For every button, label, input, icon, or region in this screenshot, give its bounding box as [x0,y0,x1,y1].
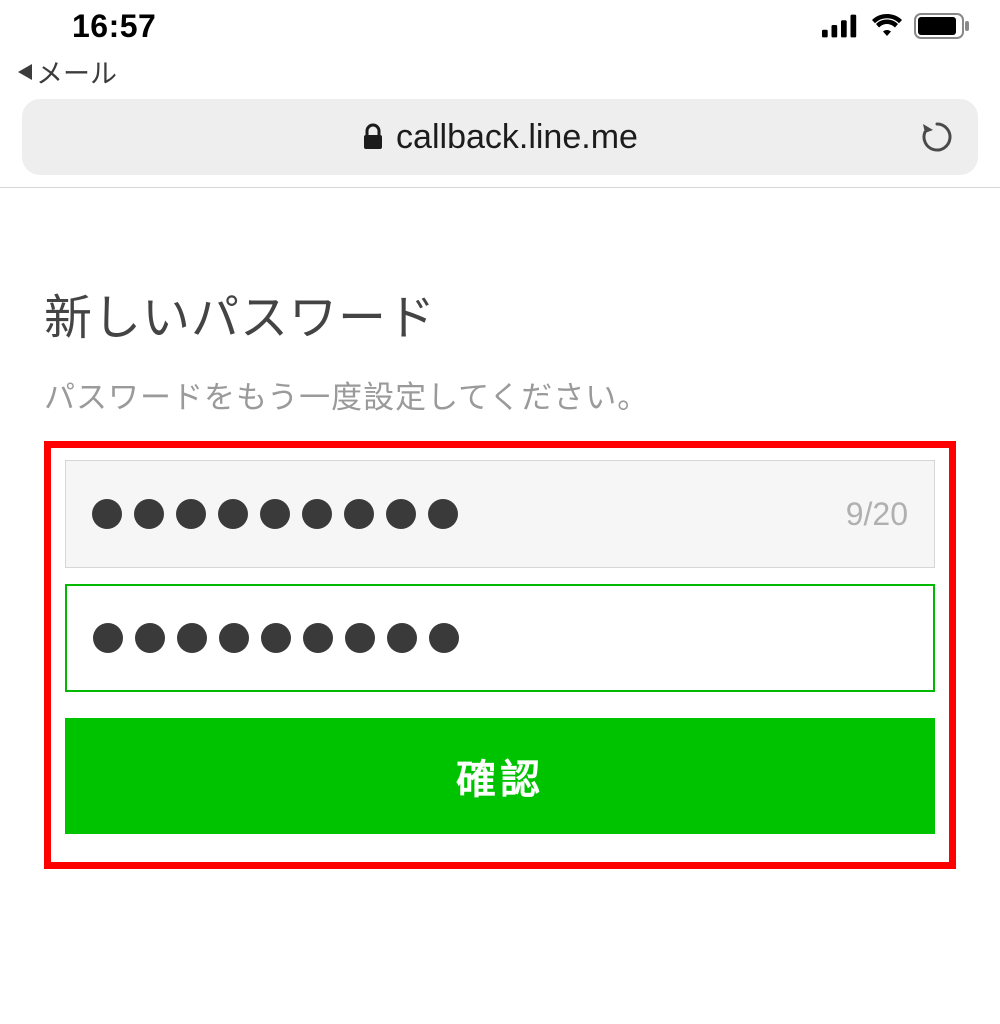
cellular-signal-icon [822,14,860,38]
back-to-app[interactable]: メール [0,52,1000,91]
confirm-button[interactable]: 確認 [65,718,935,834]
status-time: 16:57 [72,8,156,45]
back-to-app-label: メール [36,52,117,91]
confirm-button-label: 確認 [456,747,544,805]
page-title: 新しいパスワード [44,278,956,348]
page-subtitle: パスワードをもう一度設定してください。 [44,372,956,417]
browser-url-text: callback.line.me [396,118,638,157]
status-bar: 16:57 [0,0,1000,52]
password-mask [92,499,458,529]
back-chevron-icon [18,64,32,80]
reload-icon[interactable] [920,120,954,154]
wifi-icon [870,14,904,38]
password-counter: 9/20 [846,496,908,533]
lock-icon [362,123,384,151]
annotation-highlight: 9/20 確認 [44,441,956,869]
password-mask [93,623,459,653]
confirm-password-input[interactable] [65,584,935,692]
browser-url-bar[interactable]: callback.line.me [22,99,978,175]
battery-icon [914,13,970,39]
new-password-input[interactable]: 9/20 [65,460,935,568]
